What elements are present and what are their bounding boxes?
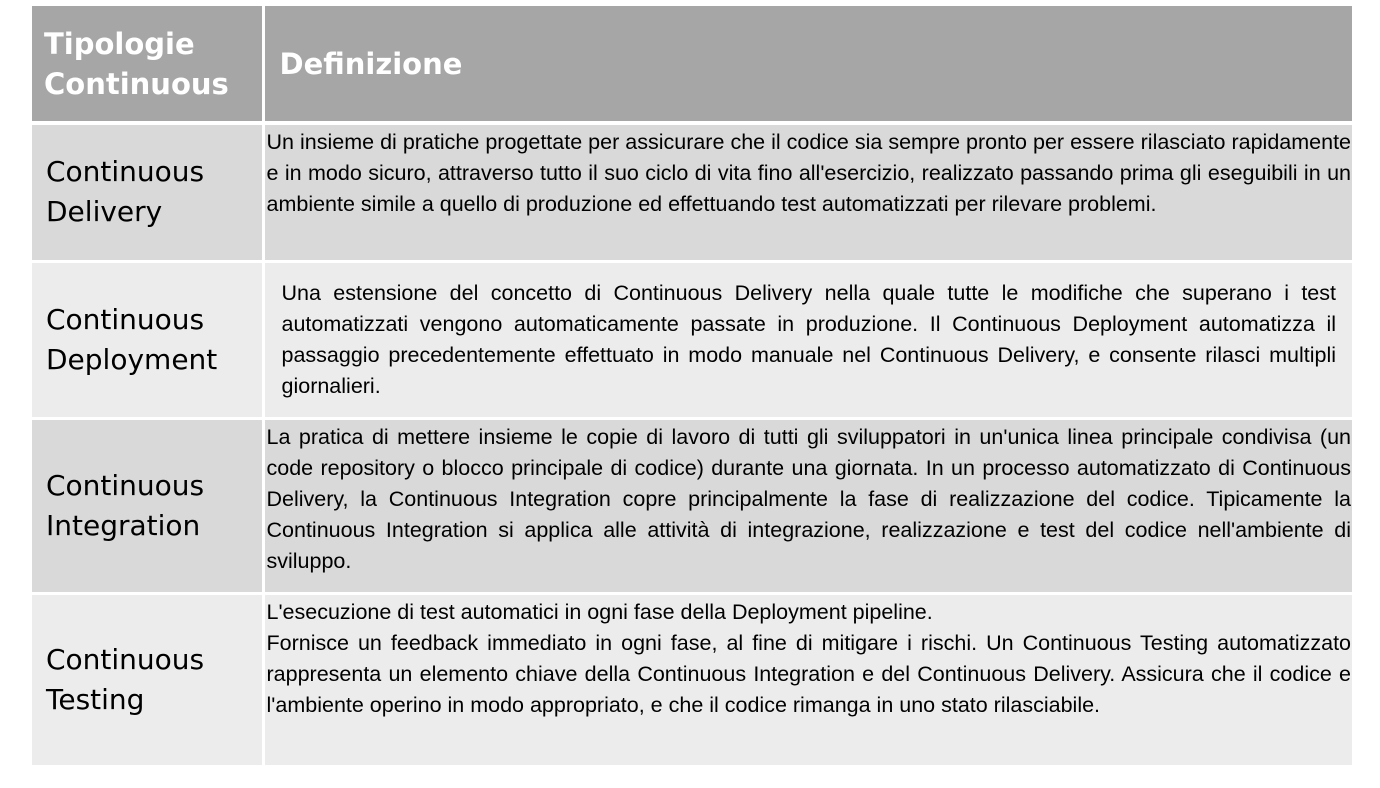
- table-row: Continuous Deployment Una estensione del…: [32, 261, 1352, 420]
- row-type-label: Continuous Deployment: [46, 302, 218, 376]
- table-row: Continuous Integration La pratica di met…: [32, 418, 1352, 595]
- continuous-types-table: Tipologie Continuous Definizione Continu…: [32, 6, 1352, 765]
- row-type-label: Continuous Testing: [46, 642, 205, 716]
- definition-text: Fornisce un feedback immediato in ogni f…: [266, 630, 1352, 717]
- definition-text: L'esecuzione di test automatici in ogni …: [266, 599, 933, 624]
- row-type-label: Continuous Delivery: [46, 155, 205, 229]
- header-definition: Definizione: [263, 6, 1352, 125]
- definition-text: La pratica di mettere insieme le copie d…: [266, 424, 1352, 573]
- row-definition-cell: Una estensione del concetto di Continuou…: [263, 261, 1352, 420]
- row-type-cell: Continuous Deployment: [32, 261, 265, 420]
- row-type-cell: Continuous Testing: [32, 593, 265, 765]
- definition-text: Una estensione del concetto di Continuou…: [281, 280, 1337, 398]
- row-type-cell: Continuous Delivery: [32, 123, 265, 263]
- row-definition-cell: L'esecuzione di test automatici in ogni …: [263, 593, 1352, 765]
- header-types-label: Tipologie Continuous: [44, 26, 229, 101]
- definition-text: Un insieme di pratiche progettate per as…: [266, 130, 1352, 216]
- row-definition-cell: La pratica di mettere insieme le copie d…: [263, 418, 1352, 595]
- row-definition-cell: Un insieme di pratiche progettate per as…: [263, 123, 1352, 263]
- continuous-types-table-wrapper: Tipologie Continuous Definizione Continu…: [32, 6, 1352, 765]
- row-type-label: Continuous Integration: [46, 468, 205, 542]
- header-types: Tipologie Continuous: [32, 6, 265, 125]
- table-header-row: Tipologie Continuous Definizione: [32, 6, 1352, 125]
- table-row: Continuous Delivery Un insieme di pratic…: [32, 123, 1352, 263]
- table-row: Continuous Testing L'esecuzione di test …: [32, 593, 1352, 765]
- row-type-cell: Continuous Integration: [32, 418, 265, 595]
